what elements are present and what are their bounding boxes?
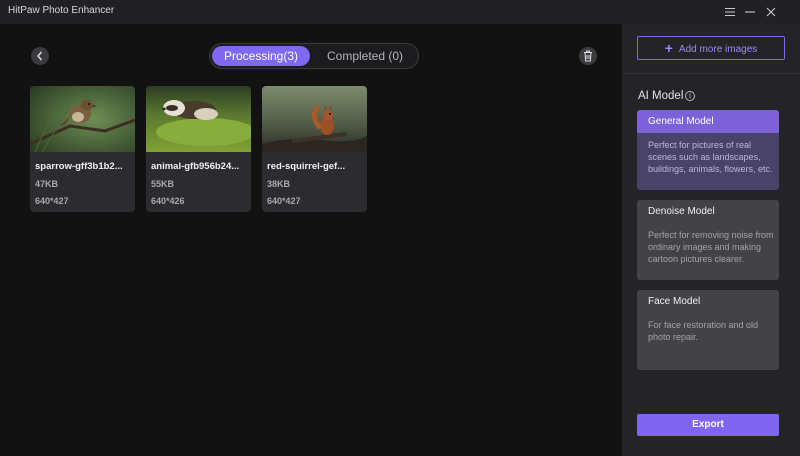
add-more-images-label: Add more images xyxy=(678,44,758,55)
trash-icon xyxy=(584,50,592,62)
image-card[interactable]: red-squirrel-gef... 38KB 640*427 xyxy=(262,86,367,212)
model-name: Denoise Model xyxy=(648,206,715,217)
file-size: 55KB xyxy=(151,179,175,189)
title-bar: HitPaw Photo Enhancer xyxy=(0,0,800,24)
model-description: Perfect for pictures of real scenes such… xyxy=(648,140,773,174)
file-dimensions: 640*427 xyxy=(267,196,301,206)
add-more-images-button[interactable]: + Add more images xyxy=(637,36,785,60)
file-name: animal-gfb956b24... xyxy=(151,161,240,172)
file-dimensions: 640*427 xyxy=(35,196,69,206)
settings-panel: + Add more images AI Model i General Mode… xyxy=(622,24,800,456)
window-title: HitPaw Photo Enhancer xyxy=(8,5,115,16)
tab-completed[interactable]: Completed (0) xyxy=(314,46,416,66)
minimize-icon[interactable] xyxy=(741,3,759,21)
model-description: Perfect for removing noise from ordinary… xyxy=(648,230,774,264)
back-button[interactable] xyxy=(31,47,49,65)
info-icon[interactable]: i xyxy=(685,91,695,101)
app-window: HitPaw Photo Enhancer Processing(3) Comp… xyxy=(0,0,800,456)
plus-icon: + xyxy=(664,40,673,56)
model-option-general[interactable]: General Model Perfect for pictures of re… xyxy=(637,110,779,190)
model-name: General Model xyxy=(637,110,779,133)
close-icon[interactable] xyxy=(762,3,780,21)
tab-processing[interactable]: Processing(3) xyxy=(212,46,310,66)
chevron-left-icon xyxy=(37,51,43,61)
ai-model-heading: AI Model xyxy=(638,90,684,102)
file-size: 47KB xyxy=(35,179,59,189)
main-area: Processing(3) Completed (0) sparrow-gff3… xyxy=(0,24,622,456)
status-tabs: Processing(3) Completed (0) xyxy=(209,43,419,69)
ferret-thumbnail xyxy=(146,86,251,152)
file-name: sparrow-gff3b1b2... xyxy=(35,161,123,172)
model-name: Face Model xyxy=(648,296,701,307)
divider xyxy=(622,73,800,74)
file-size: 38KB xyxy=(267,179,291,189)
file-dimensions: 640*426 xyxy=(151,196,185,206)
export-button[interactable]: Export xyxy=(637,414,779,436)
delete-all-button[interactable] xyxy=(579,47,597,65)
model-description: For face restoration and old photo repai… xyxy=(648,320,759,342)
squirrel-thumbnail xyxy=(262,86,367,152)
file-name: red-squirrel-gef... xyxy=(267,161,346,172)
image-card[interactable]: sparrow-gff3b1b2... 47KB 640*427 xyxy=(30,86,135,212)
sparrow-thumbnail xyxy=(30,86,135,152)
image-card[interactable]: animal-gfb956b24... 55KB 640*426 xyxy=(146,86,251,212)
model-option-denoise[interactable]: Denoise Model Perfect for removing noise… xyxy=(637,200,779,280)
hamburger-menu-icon[interactable] xyxy=(721,3,739,21)
model-option-face[interactable]: Face Model For face restoration and old … xyxy=(637,290,779,370)
